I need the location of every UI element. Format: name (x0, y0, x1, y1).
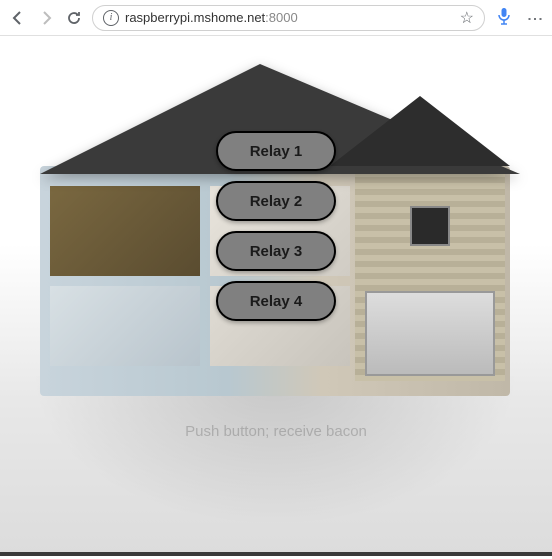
voice-search-icon[interactable] (497, 7, 511, 28)
relay-1-button[interactable]: Relay 1 (216, 131, 336, 171)
bookmark-star-icon[interactable]: ☆ (460, 8, 474, 28)
caption-text: Push button; receive bacon (185, 423, 367, 440)
relay-2-button[interactable]: Relay 2 (216, 181, 336, 221)
site-info-icon[interactable]: i (103, 10, 119, 26)
bottom-divider (0, 552, 552, 556)
forward-button[interactable] (36, 8, 56, 28)
browser-menu-icon[interactable]: ⋮ (525, 11, 544, 25)
back-button[interactable] (8, 8, 28, 28)
page-content: Relay 1 Relay 2 Relay 3 Relay 4 Push but… (0, 36, 552, 556)
address-bar[interactable]: i raspberrypi.mshome.net:8000 ☆ (92, 5, 485, 31)
browser-toolbar: i raspberrypi.mshome.net:8000 ☆ ⋮ (0, 0, 552, 36)
relay-buttons-group: Relay 1 Relay 2 Relay 3 Relay 4 (216, 131, 336, 321)
relay-3-button[interactable]: Relay 3 (216, 231, 336, 271)
relay-4-button[interactable]: Relay 4 (216, 281, 336, 321)
reload-button[interactable] (64, 8, 84, 28)
url-text: raspberrypi.mshome.net:8000 (125, 10, 454, 25)
